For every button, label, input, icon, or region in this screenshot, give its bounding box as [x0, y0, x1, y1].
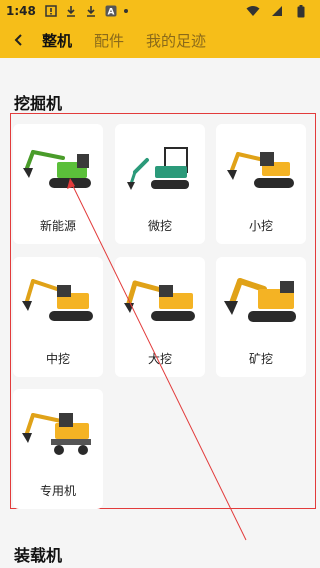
- category-card-medium[interactable]: 中挖: [13, 257, 103, 377]
- category-card-new-energy[interactable]: 新能源: [13, 124, 103, 244]
- back-button[interactable]: [4, 22, 34, 58]
- wheeled-excavator-icon: [22, 413, 91, 455]
- medium-excavator-icon: [22, 279, 93, 321]
- category-card-mini[interactable]: 微挖: [115, 124, 205, 244]
- large-excavator-icon: [124, 280, 195, 321]
- section-title-loader: 装载机: [14, 546, 63, 565]
- category-label: 大挖: [147, 352, 172, 366]
- category-label: 矿挖: [248, 352, 273, 366]
- category-card-special[interactable]: 专用机: [13, 389, 103, 509]
- wifi-icon: [246, 4, 260, 18]
- category-card-large[interactable]: 大挖: [115, 257, 205, 377]
- mining-excavator-icon: [224, 278, 296, 322]
- mini-excavator-icon: [127, 147, 189, 190]
- section-title-excavator: 挖掘机: [14, 94, 63, 113]
- app-a-icon: A: [104, 4, 118, 18]
- status-time: 1:48: [6, 4, 36, 18]
- download-icon-2: [84, 4, 98, 18]
- svg-text:A: A: [107, 8, 114, 18]
- category-label: 新能源: [39, 219, 76, 233]
- excavator-icon: [23, 150, 91, 188]
- category-label: 中挖: [45, 352, 70, 366]
- battery-icon: [294, 4, 308, 18]
- status-bar: 1:48 A: [0, 0, 320, 22]
- small-excavator-icon: [227, 152, 294, 188]
- chevron-left-icon: [14, 34, 22, 46]
- tab-parts[interactable]: 配件: [94, 30, 124, 51]
- alert-icon: [44, 4, 58, 18]
- category-card-mining[interactable]: 矿挖: [216, 257, 306, 377]
- category-card-small[interactable]: 小挖: [216, 124, 306, 244]
- notification-dot: [123, 9, 128, 13]
- category-label: 小挖: [248, 219, 273, 233]
- download-icon: [64, 4, 78, 18]
- tab-my-footprints[interactable]: 我的足迹: [146, 30, 206, 51]
- top-nav: 整机 配件 我的足迹: [0, 22, 320, 58]
- category-label: 专用机: [39, 484, 76, 498]
- signal-icon: [270, 4, 284, 18]
- tab-machines[interactable]: 整机: [42, 30, 72, 51]
- category-label: 微挖: [147, 219, 172, 233]
